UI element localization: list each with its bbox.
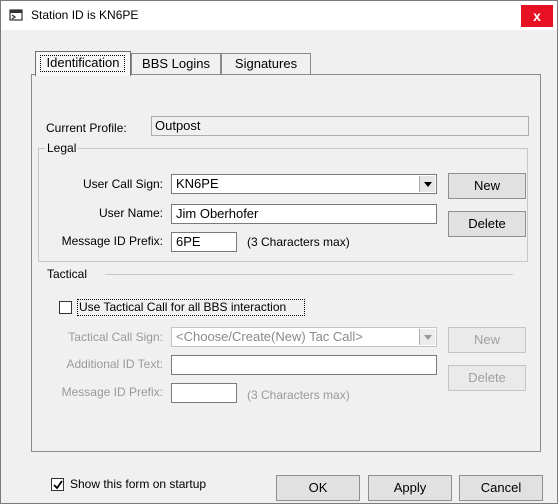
delete-tactical-call-button[interactable]: Delete xyxy=(448,365,526,391)
message-id-prefix-label: Message ID Prefix: xyxy=(61,234,163,248)
delete-call-sign-button[interactable]: Delete xyxy=(448,211,526,237)
delete-call-sign-label: Delete xyxy=(468,216,506,231)
cancel-button[interactable]: Cancel xyxy=(459,475,543,501)
show-on-startup-checkbox[interactable] xyxy=(51,478,64,491)
tab-bbs-logins-label: BBS Logins xyxy=(142,56,210,71)
user-call-sign-value: KN6PE xyxy=(176,176,219,191)
tab-focus-indicator xyxy=(40,55,125,72)
tab-signatures[interactable]: Signatures xyxy=(221,53,311,74)
new-tactical-call-button[interactable]: New xyxy=(448,327,526,353)
tactical-call-sign-placeholder: <Choose/Create(New) Tac Call> xyxy=(176,329,363,344)
dropdown-arrow-icon[interactable] xyxy=(419,176,435,192)
ok-button-label: OK xyxy=(308,480,328,495)
tactical-call-sign-label: Tactical Call Sign: xyxy=(68,330,163,344)
user-call-sign-combobox[interactable]: KN6PE xyxy=(171,174,437,194)
delete-tactical-call-label: Delete xyxy=(468,370,506,385)
message-id-prefix-input[interactable]: 6PE xyxy=(171,232,237,252)
current-profile-field: Outpost xyxy=(151,116,529,136)
message-id-prefix-hint: (3 Characters max) xyxy=(247,235,350,249)
new-call-sign-label: New xyxy=(473,178,500,193)
tactical-section-title: Tactical xyxy=(47,267,88,281)
user-name-input[interactable]: Jim Oberhofer xyxy=(171,204,437,224)
user-name-value: Jim Oberhofer xyxy=(176,206,259,221)
message-id-prefix-value: 6PE xyxy=(176,234,201,249)
close-icon: x xyxy=(533,8,541,24)
station-id-dialog: Station ID is KN6PE x Identification BBS… xyxy=(0,0,558,504)
title-bar: Station ID is KN6PE x xyxy=(1,1,557,30)
use-tactical-checkbox[interactable] xyxy=(59,301,72,314)
tactical-divider xyxy=(105,274,513,275)
window-title: Station ID is KN6PE xyxy=(31,8,139,22)
current-profile-label: Current Profile: xyxy=(46,121,127,135)
additional-id-input[interactable] xyxy=(171,355,437,375)
tactical-message-id-prefix-hint: (3 Characters max) xyxy=(247,388,350,402)
tab-bbs-logins[interactable]: BBS Logins xyxy=(131,53,221,74)
current-profile-value: Outpost xyxy=(155,118,201,133)
cancel-button-label: Cancel xyxy=(480,480,522,495)
apply-button[interactable]: Apply xyxy=(368,475,452,501)
user-name-label: User Name: xyxy=(98,206,163,220)
tactical-call-sign-combobox[interactable]: <Choose/Create(New) Tac Call> xyxy=(171,327,437,347)
new-tactical-call-label: New xyxy=(473,332,500,347)
apply-button-label: Apply xyxy=(393,480,427,495)
new-call-sign-button[interactable]: New xyxy=(448,173,526,199)
tactical-message-id-prefix-label: Message ID Prefix: xyxy=(61,385,163,399)
window-icon xyxy=(9,8,23,22)
show-on-startup-label[interactable]: Show this form on startup xyxy=(70,477,206,491)
legal-group-title: Legal xyxy=(45,141,79,155)
use-tactical-label[interactable]: Use Tactical Call for all BBS interactio… xyxy=(79,300,286,314)
checkmark-icon xyxy=(53,480,63,490)
ok-button[interactable]: OK xyxy=(276,475,360,501)
tab-signatures-label: Signatures xyxy=(234,56,298,71)
tactical-message-id-prefix-input[interactable] xyxy=(171,383,237,403)
additional-id-label: Additional ID Text: xyxy=(66,357,164,371)
user-call-sign-label: User Call Sign: xyxy=(82,177,163,191)
close-button[interactable]: x xyxy=(521,5,553,27)
dropdown-arrow-icon[interactable] xyxy=(419,329,435,345)
